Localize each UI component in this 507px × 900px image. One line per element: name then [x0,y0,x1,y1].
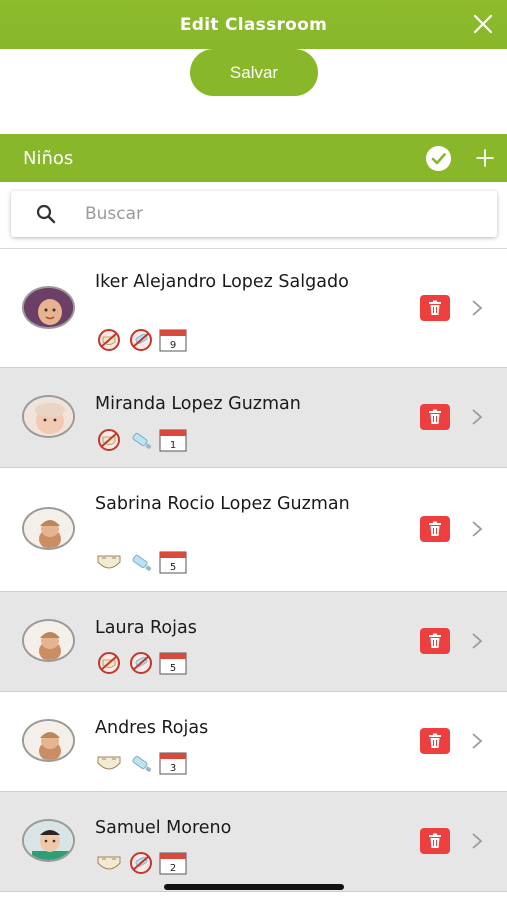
chevron-right-icon[interactable] [470,407,484,427]
top-bar: Edit Classroom [0,0,507,49]
chevron-right-icon[interactable] [470,519,484,539]
child-status-icons: 3 [95,751,187,775]
bottle-icon [132,432,152,449]
no-diaper-icon [98,329,120,351]
delete-button[interactable] [420,516,450,542]
page-title: Edit Classroom [179,14,328,35]
calendar-day: 9 [170,340,176,351]
calendar-icon: 2 [159,852,187,875]
child-name: Laura Rojas [95,618,197,638]
delete-button[interactable] [420,728,450,754]
chevron-right-icon[interactable] [470,731,484,751]
chevron-right-icon[interactable] [470,831,484,851]
trash-icon [429,409,441,424]
diaper-icon [97,856,121,870]
trash-icon [429,521,441,536]
no-bottle-icon [130,852,152,874]
child-name: Miranda Lopez Guzman [95,394,301,414]
children-list: Iker Alejandro Lopez Salgado 9 Miranda L… [0,248,507,892]
child-name: Andres Rojas [95,718,209,738]
calendar-icon: 5 [159,652,187,675]
child-name: Samuel Moreno [95,818,232,838]
no-diaper-icon [98,652,120,674]
chevron-right-icon[interactable] [470,298,484,318]
chevron-right-icon[interactable] [470,631,484,651]
no-bottle-icon [130,652,152,674]
calendar-icon: 1 [159,429,187,452]
calendar-icon: 9 [159,329,187,352]
calendar-day: 5 [170,562,176,573]
child-row[interactable]: Samuel Moreno 2 [0,792,507,892]
bottle-icon [132,554,152,571]
calendar-day: 1 [170,440,176,451]
avatar [22,619,75,662]
calendar-icon: 5 [159,551,187,574]
child-status-icons: 5 [95,651,187,675]
search-bar [11,191,497,237]
delete-button[interactable] [420,628,450,654]
save-area: Salvar [0,49,507,134]
child-row[interactable]: Sabrina Rocio Lopez Guzman 5 [0,468,507,592]
no-diaper-icon [98,429,120,451]
save-button[interactable]: Salvar [190,49,318,96]
avatar [22,719,75,762]
trash-icon [429,300,441,315]
avatar [22,286,75,329]
children-section-header: Niños [0,134,507,182]
child-status-icons: 9 [95,328,187,352]
calendar-day: 5 [170,663,176,674]
child-row[interactable]: Andres Rojas 3 [0,692,507,792]
child-row[interactable]: Iker Alejandro Lopez Salgado 9 [0,248,507,368]
bottle-icon [132,755,152,772]
trash-icon [429,833,441,848]
search-input[interactable] [85,199,465,229]
trash-icon [429,633,441,648]
child-status-icons: 2 [95,851,187,875]
delete-button[interactable] [420,295,450,321]
diaper-icon [97,756,121,770]
child-status-icons: 5 [95,550,187,574]
close-icon[interactable] [471,12,495,36]
delete-button[interactable] [420,828,450,854]
avatar [22,819,75,862]
home-indicator[interactable] [164,884,344,890]
child-name: Iker Alejandro Lopez Salgado [95,272,349,292]
calendar-day: 3 [170,763,176,774]
plus-icon[interactable] [474,147,496,169]
child-name: Sabrina Rocio Lopez Guzman [95,494,350,514]
no-bottle-icon [130,329,152,351]
child-status-icons: 1 [95,428,187,452]
check-circle-icon[interactable] [426,146,451,171]
avatar [22,507,75,550]
diaper-icon [97,555,121,569]
search-icon [36,204,56,224]
calendar-day: 2 [170,863,176,874]
delete-button[interactable] [420,404,450,430]
section-title: Niños [23,147,74,169]
calendar-icon: 3 [159,752,187,775]
child-row[interactable]: Miranda Lopez Guzman 1 [0,368,507,468]
avatar [22,395,75,438]
child-row[interactable]: Laura Rojas 5 [0,592,507,692]
trash-icon [429,733,441,748]
